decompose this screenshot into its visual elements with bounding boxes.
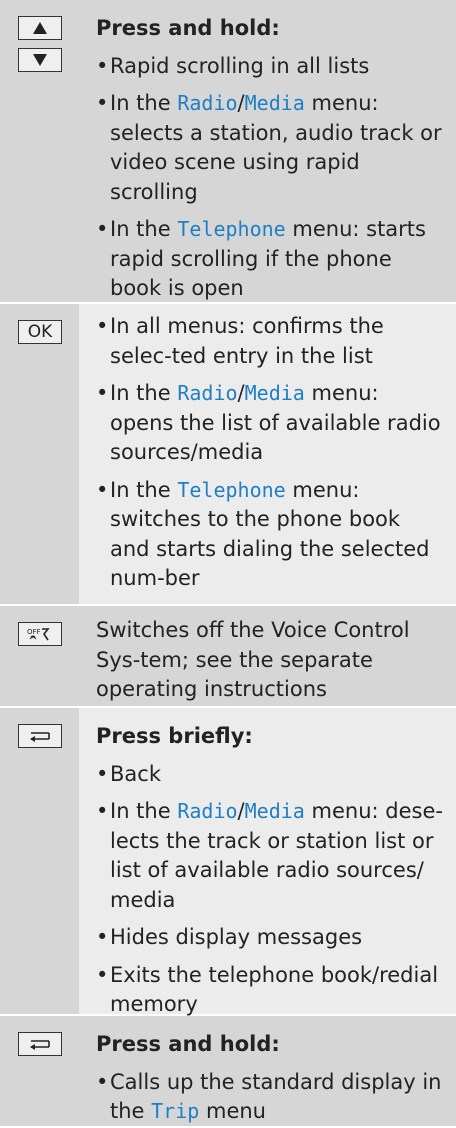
menu-name: Radio: [177, 799, 238, 823]
row-arrow-keys: Press and hold: Rapid scrolling in all l…: [0, 0, 456, 304]
function-list: Back In the Radio/Media menu: dese-lects…: [96, 760, 446, 1020]
function-list: Rapid scrolling in all lists In the Radi…: [96, 52, 446, 304]
list-item: Rapid scrolling in all lists: [96, 52, 446, 82]
menu-name: Radio: [177, 381, 238, 405]
menu-name: Telephone: [177, 217, 286, 241]
list-item: In all menus: confirms the selec-ted ent…: [96, 312, 446, 371]
description-cell: Press and hold: Calls up the standard di…: [79, 1016, 456, 1126]
list-item: In the Telephone menu: switches to the p…: [96, 476, 446, 594]
list-item: In the Radio/Media menu: dese-lects the …: [96, 797, 446, 915]
menu-name: Media: [244, 799, 305, 823]
key-cell: [0, 708, 79, 1014]
list-item: In the Telephone menu: starts rapid scro…: [96, 215, 446, 304]
row-ok-key: OK In all menus: confirms the selec-ted …: [0, 304, 456, 606]
menu-name: Media: [244, 381, 305, 405]
row-heading: Press briefly:: [96, 724, 253, 748]
menu-name: Trip: [151, 1099, 200, 1123]
list-item: In the Radio/Media menu: opens the list …: [96, 379, 446, 468]
description-cell: Press and hold: Rapid scrolling in all l…: [79, 0, 456, 302]
row-text: Switches off the Voice Control Sys-tem; …: [96, 618, 410, 701]
up-arrow-icon: [18, 16, 62, 40]
list-item: In the Radio/Media menu: selects a stati…: [96, 89, 446, 207]
row-back-brief: Press briefly: Back In the Radio/Media m…: [0, 708, 456, 1016]
list-item: Hides display messages: [96, 923, 446, 953]
key-cell: OFF: [0, 606, 79, 706]
key-function-table: Press and hold: Rapid scrolling in all l…: [0, 0, 456, 1128]
voice-control-off-icon: OFF: [18, 622, 62, 646]
back-icon: [18, 1032, 62, 1056]
list-item: Exits the telephone book/redial memory: [96, 961, 446, 1020]
down-arrow-icon: [18, 48, 62, 72]
back-icon: [18, 724, 62, 748]
row-heading: Press and hold:: [96, 16, 280, 40]
function-list: In all menus: confirms the selec-ted ent…: [96, 312, 446, 594]
row-back-hold: Press and hold: Calls up the standard di…: [0, 1016, 456, 1128]
row-voice-key: OFF Switches off the Voice Control Sys-t…: [0, 606, 456, 708]
ok-key-icon: OK: [18, 320, 62, 344]
key-cell: [0, 1016, 79, 1126]
menu-name: Media: [244, 91, 305, 115]
key-cell: OK: [0, 304, 79, 604]
description-cell: In all menus: confirms the selec-ted ent…: [79, 304, 456, 604]
function-list: Calls up the standard display in the Tri…: [96, 1068, 446, 1127]
menu-name: Radio: [177, 91, 238, 115]
svg-text:OFF: OFF: [27, 628, 41, 636]
description-cell: Switches off the Voice Control Sys-tem; …: [79, 606, 456, 706]
menu-name: Telephone: [177, 477, 286, 502]
list-item: Calls up the standard display in the Tri…: [96, 1068, 446, 1127]
row-heading: Press and hold:: [96, 1032, 280, 1056]
list-item: Back: [96, 760, 446, 790]
key-cell: [0, 0, 79, 302]
description-cell: Press briefly: Back In the Radio/Media m…: [79, 708, 456, 1016]
